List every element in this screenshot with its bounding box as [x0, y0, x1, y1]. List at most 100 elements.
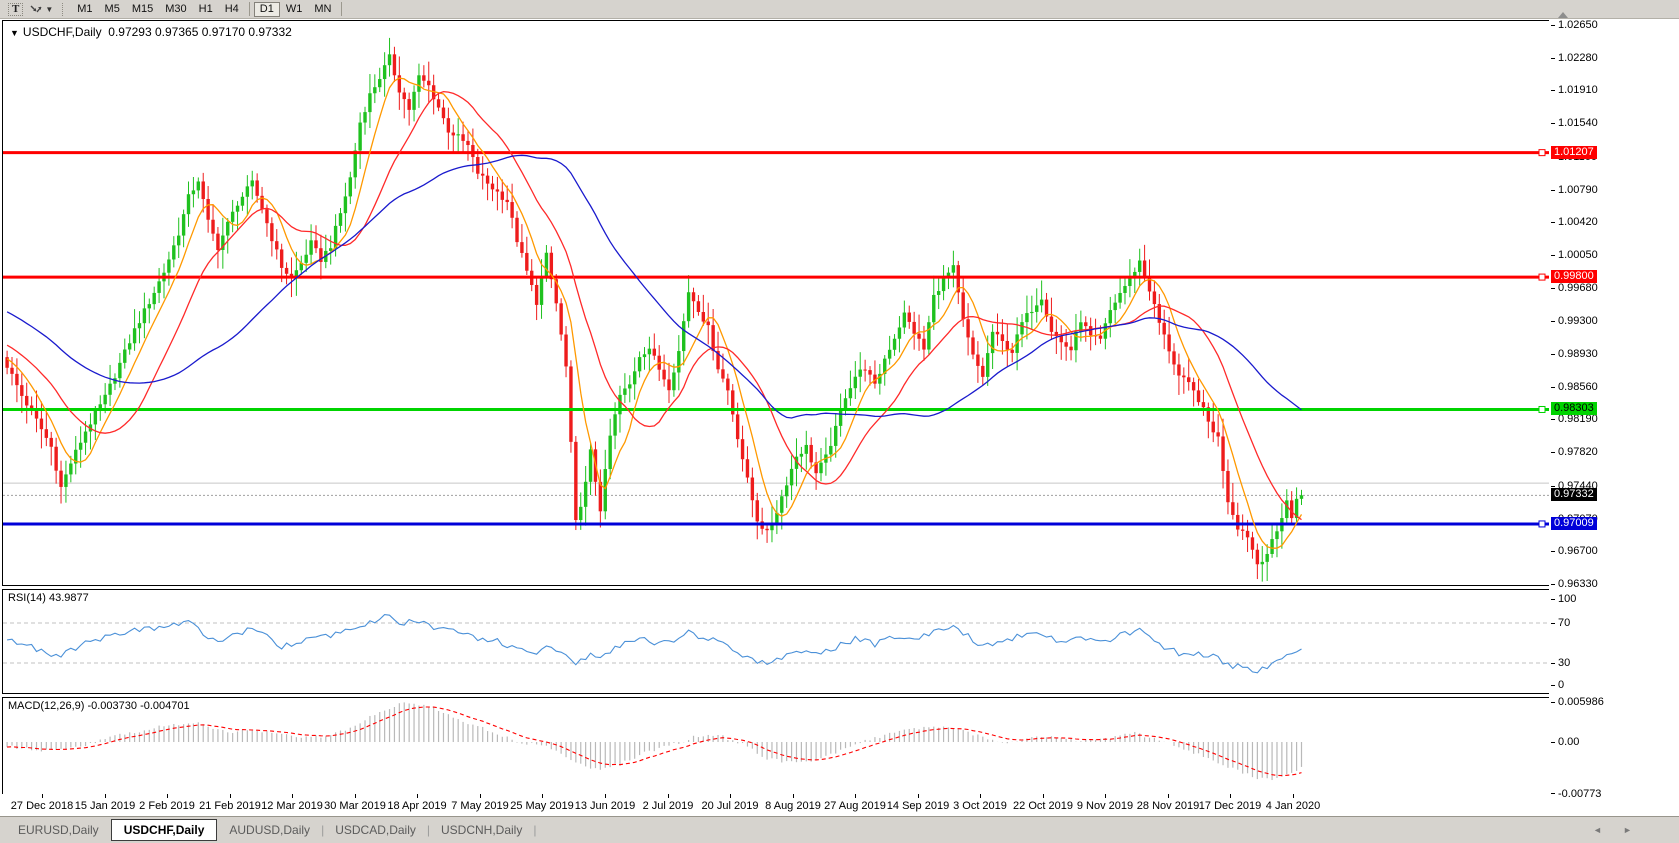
candle-body — [354, 151, 357, 178]
timeframe-button-m1[interactable]: M1 — [71, 2, 98, 17]
candle-body — [437, 99, 440, 107]
tick-dash — [1551, 742, 1555, 743]
candles — [5, 38, 1303, 582]
rsi-axis-label: 30 — [1551, 657, 1570, 669]
timeframe-button-h1[interactable]: H1 — [193, 2, 219, 17]
candle-body — [697, 301, 700, 312]
candle-body — [64, 474, 67, 487]
candle-body — [667, 379, 670, 390]
candle-body — [986, 353, 989, 377]
macd-axis-label: 0.00 — [1551, 736, 1579, 748]
candle-body — [1231, 502, 1234, 515]
candle-body — [1011, 350, 1014, 353]
candle-body — [456, 134, 459, 135]
timeframe-group: M1M5M15M30H1H4 D1W1MN — [71, 2, 346, 17]
candle-body — [996, 332, 999, 334]
macd-indicator-panel[interactable] — [2, 697, 1550, 795]
candle-body — [751, 478, 754, 501]
candle-body — [584, 482, 587, 507]
date-axis-label: 9 Nov 2019 — [1077, 800, 1133, 812]
tab-usdcad-daily[interactable]: USDCAD,Daily — [325, 820, 426, 840]
candle-body — [241, 197, 244, 206]
macd-axis-label: 0.005986 — [1551, 696, 1604, 708]
tick-dash — [1551, 702, 1555, 703]
candle-body — [888, 350, 891, 359]
date-axis-label: 2 Jul 2019 — [643, 800, 694, 812]
date-axis[interactable]: 27 Dec 201815 Jan 20192 Feb 201921 Feb 2… — [2, 794, 1550, 816]
candle-body — [1163, 323, 1166, 335]
date-axis-label: 3 Oct 2019 — [953, 800, 1007, 812]
candle-body — [736, 414, 739, 439]
candle-body — [466, 141, 469, 145]
chart-menu-triangle-icon[interactable]: ▼ — [10, 28, 19, 38]
candle-body — [1172, 351, 1175, 364]
toolbar-divider — [249, 2, 250, 16]
timeframe-button-mn[interactable]: MN — [308, 2, 337, 17]
candle-body — [1035, 305, 1038, 312]
ma-line-slow — [7, 155, 1301, 418]
timeframe-button-m5[interactable]: M5 — [99, 2, 126, 17]
date-axis-label: 7 May 2019 — [451, 800, 508, 812]
candlestick-canvas — [3, 21, 1549, 585]
candle-body — [927, 322, 930, 349]
tab-usdchf-daily[interactable]: USDCHF,Daily — [111, 819, 218, 841]
tab-scroll-right-button[interactable]: ► — [1623, 825, 1632, 835]
candle-body — [427, 81, 430, 85]
candle-body — [197, 181, 200, 190]
candle-body — [756, 500, 759, 521]
toolbar-grip[interactable] — [62, 3, 65, 16]
timeframe-button-d1[interactable]: D1 — [254, 2, 280, 17]
candle-body — [383, 65, 386, 79]
rsi-indicator-panel[interactable] — [2, 589, 1550, 694]
candle-body — [265, 209, 268, 223]
price-axis-tick: 1.01910 — [1551, 84, 1598, 96]
tab-scroll-left-button[interactable]: ◄ — [1593, 825, 1602, 835]
tab-audusd-daily[interactable]: AUDUSD,Daily — [219, 820, 320, 840]
scroll-up-icon[interactable] — [1558, 12, 1568, 18]
candle-body — [746, 459, 749, 477]
timeframe-button-w1[interactable]: W1 — [280, 2, 309, 17]
candle-body — [206, 199, 209, 220]
date-axis-label: 8 Aug 2019 — [765, 800, 821, 812]
timeframe-button-m15[interactable]: M15 — [126, 2, 159, 17]
candle-body — [280, 249, 283, 268]
candle-body — [192, 190, 195, 194]
candle-body — [1212, 422, 1215, 433]
price-axis[interactable]: 1.026501.022801.019101.015401.011601.007… — [1549, 19, 1679, 816]
rsi-canvas — [3, 590, 1549, 693]
date-axis-label: 21 Feb 2019 — [199, 800, 261, 812]
timeframe-button-m30[interactable]: M30 — [159, 2, 192, 17]
candle-body — [407, 99, 410, 110]
horizontal-line-objects[interactable] — [3, 150, 1549, 527]
candle-body — [103, 395, 106, 405]
candle-body — [849, 388, 852, 398]
price-axis-tick: 1.02280 — [1551, 52, 1598, 64]
price-level-label: 0.97332 — [1551, 488, 1597, 501]
candle-body — [1275, 531, 1278, 539]
candle-body — [618, 395, 621, 414]
timeframe-button-h4[interactable]: H4 — [219, 2, 245, 17]
candle-body — [123, 349, 126, 362]
candle-body — [648, 349, 651, 355]
candle-body — [1084, 322, 1087, 326]
candle-body — [138, 323, 141, 328]
candle-body — [20, 385, 23, 396]
date-axis-label: 13 Jun 2019 — [575, 800, 636, 812]
candle-body — [349, 177, 352, 196]
text-label-tool-button[interactable]: T — [5, 2, 26, 17]
candle-body — [780, 496, 783, 513]
arrange-windows-button[interactable]: ▼ — [26, 2, 56, 17]
candle-body — [991, 332, 994, 353]
tab-usdcnh-daily[interactable]: USDCNH,Daily — [431, 820, 532, 840]
line-handle — [1539, 150, 1545, 156]
candle-body — [50, 438, 53, 447]
tab-eurusd-daily[interactable]: EURUSD,Daily — [8, 820, 109, 840]
macd-canvas — [3, 698, 1549, 794]
candle-body — [540, 278, 543, 305]
candle-body — [1050, 317, 1053, 332]
candle-body — [1153, 291, 1156, 304]
candle-body — [202, 181, 205, 199]
main-price-chart[interactable] — [2, 20, 1550, 586]
candle-body — [108, 384, 111, 395]
candle-body — [471, 145, 474, 157]
